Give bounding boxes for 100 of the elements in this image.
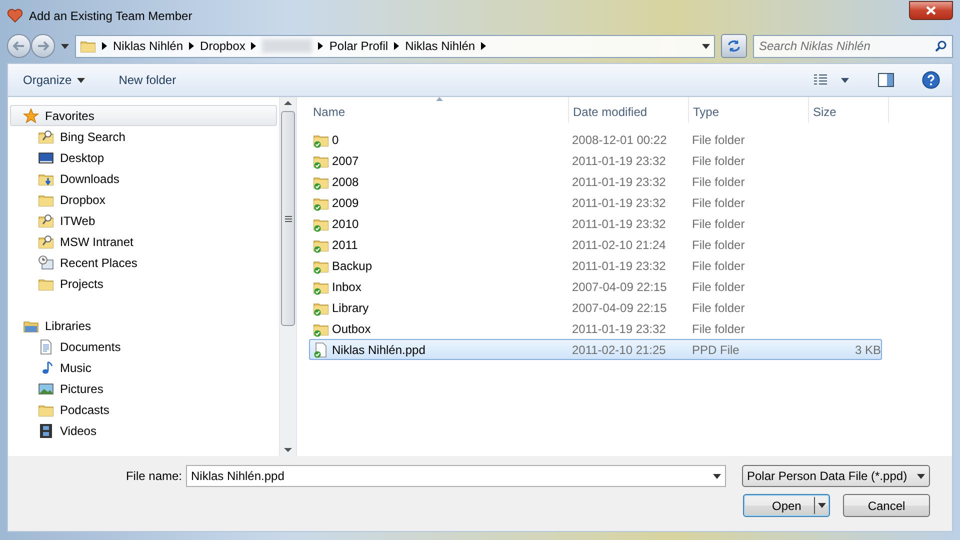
- file-name: Backup: [332, 258, 372, 274]
- blurred-breadcrumb: [262, 39, 312, 53]
- chevron-icon: [189, 42, 194, 50]
- breadcrumb[interactable]: Niklas Nihlén: [113, 37, 184, 55]
- date-cell: 2011-01-19 23:32: [572, 154, 666, 168]
- nav-item[interactable]: Bing Search: [8, 126, 279, 147]
- file-name: 2009: [332, 194, 359, 212]
- date-cell: 2008-12-01 00:22: [572, 132, 667, 146]
- date-cell: 2011-02-10 21:24: [572, 238, 666, 252]
- search-folder-icon: [38, 128, 54, 144]
- nav-item[interactable]: Recent Places: [8, 252, 279, 273]
- search-folder-icon: [38, 212, 54, 228]
- date-cell: 2007-04-09 22:15: [572, 300, 667, 314]
- scroll-thumb[interactable]: [281, 111, 295, 326]
- field-label: File name:: [126, 468, 182, 485]
- type-cell: File folder: [692, 238, 745, 252]
- nav-item[interactable]: ITWeb: [8, 210, 279, 231]
- column-header[interactable]: Date modified: [569, 97, 689, 123]
- type-cell: File folder: [692, 322, 745, 336]
- file-name: 2011: [332, 236, 358, 254]
- pictures-icon: [38, 380, 54, 396]
- breadcrumb[interactable]: Polar Profil: [329, 37, 388, 55]
- document-icon: [38, 338, 54, 354]
- breadcrumb[interactable]: Niklas Nihlén: [405, 37, 476, 55]
- help-icon[interactable]: [922, 71, 940, 89]
- search-folder-icon: [38, 234, 54, 250]
- view-options-icon[interactable]: [814, 74, 850, 86]
- column-header[interactable]: Type: [689, 97, 809, 123]
- preview-pane-icon[interactable]: [878, 73, 894, 87]
- file-row[interactable]: 2010 2011-01-19 23:32 File folder: [309, 213, 882, 234]
- date-cell: 2011-02-10 21:25: [572, 342, 666, 356]
- caret-icon: [713, 474, 721, 478]
- file-row[interactable]: Inbox 2007-04-09 22:15 File folder: [309, 276, 882, 297]
- nav-item[interactable]: Videos: [8, 420, 279, 441]
- address-dropdown-icon: [702, 44, 710, 48]
- nav-item[interactable]: MSW Intranet: [8, 231, 279, 252]
- type-cell: PPD File: [692, 342, 740, 356]
- nav-item[interactable]: Music: [8, 357, 279, 378]
- file-row[interactable]: 2008 2011-01-19 23:32 File folder: [309, 171, 882, 192]
- file-row[interactable]: Outbox 2011-01-19 23:32 File folder: [309, 318, 882, 339]
- nav-item[interactable]: Downloads: [8, 168, 279, 189]
- type-cell: File folder: [692, 196, 745, 210]
- file-row[interactable]: Backup 2011-01-19 23:32 File folder: [309, 255, 882, 276]
- file-row[interactable]: Library 2007-04-09 22:15 File folder: [309, 297, 882, 318]
- file-row[interactable]: 2011 2011-02-10 21:24 File folder: [309, 234, 882, 255]
- scrollbar[interactable]: [279, 97, 296, 456]
- date-cell: 2011-01-19 23:32: [572, 258, 666, 272]
- file-name: Inbox: [332, 278, 362, 296]
- file-row[interactable]: Niklas Nihlén.ppd 2011-02-10 21:25 PPD File 3 KB: [309, 339, 882, 360]
- toolbar-button[interactable]: Organize: [20, 69, 88, 91]
- refresh-button[interactable]: [721, 34, 747, 58]
- breadcrumb[interactable]: Dropbox: [200, 37, 246, 55]
- nav-item[interactable]: Projects: [8, 273, 279, 294]
- type-cell: File folder: [692, 258, 745, 272]
- open-button[interactable]: Open: [743, 494, 830, 517]
- recent-places-icon: [38, 254, 54, 270]
- file-row[interactable]: 2007 2011-01-19 23:32 File folder: [309, 150, 882, 171]
- file-row[interactable]: 2009 2011-01-19 23:32 File folder: [309, 192, 882, 213]
- column-header[interactable]: Size: [809, 97, 889, 123]
- type-cell: File folder: [692, 300, 745, 314]
- forward-button[interactable]: [31, 34, 55, 58]
- search-box[interactable]: Search Niklas Nihlén: [753, 34, 953, 58]
- date-cell: 2011-01-19 23:32: [572, 216, 666, 230]
- type-cell: File folder: [692, 154, 745, 168]
- file-name: 2008: [332, 174, 359, 190]
- file-name: 0: [332, 132, 339, 148]
- toolbar-button[interactable]: New folder: [116, 69, 180, 91]
- grip-icon: [284, 216, 292, 222]
- close-button[interactable]: [909, 1, 953, 20]
- desktop-icon: [38, 150, 54, 166]
- nav-group-header[interactable]: Favorites: [10, 105, 277, 126]
- type-cell: File folder: [692, 280, 745, 294]
- date-cell: 2011-01-19 23:32: [572, 322, 666, 336]
- search-field[interactable]: Search Niklas Nihlén: [759, 36, 935, 56]
- file-row[interactable]: 0 2008-12-01 00:22 File folder: [309, 129, 882, 150]
- file-type-dropdown[interactable]: Polar Person Data File (*.ppd): [742, 465, 930, 487]
- caret-icon: [917, 474, 925, 478]
- back-button[interactable]: [7, 34, 31, 58]
- nav-item[interactable]: Pictures: [8, 378, 279, 399]
- file-name: Niklas Nihlén.ppd: [332, 342, 426, 358]
- nav-item[interactable]: Desktop: [8, 147, 279, 168]
- file-name: Outbox: [332, 320, 371, 338]
- close-icon: [926, 6, 936, 15]
- column-header[interactable]: Name: [309, 97, 569, 123]
- chevron-icon: [394, 42, 400, 50]
- nav-item[interactable]: Dropbox: [8, 189, 279, 210]
- file-name: 2007: [332, 152, 359, 170]
- type-cell: File folder: [692, 174, 745, 188]
- video-icon: [38, 422, 54, 438]
- nav-item[interactable]: Podcasts: [8, 399, 279, 420]
- date-cell: 2011-01-19 23:32: [572, 196, 666, 210]
- star-icon: [23, 108, 39, 124]
- file-name: Library: [332, 300, 369, 316]
- nav-group-header[interactable]: Libraries: [10, 315, 277, 336]
- address-bar[interactable]: Niklas Nihlén Dropbox Polar Profil Niklas Nihlén: [75, 34, 715, 58]
- size-cell: 3 KB: [854, 342, 881, 356]
- date-cell: 2011-01-19 23:32: [572, 174, 666, 188]
- cancel-button[interactable]: Cancel: [843, 494, 930, 517]
- refresh-icon: [727, 40, 741, 52]
- nav-item[interactable]: Documents: [8, 336, 279, 357]
